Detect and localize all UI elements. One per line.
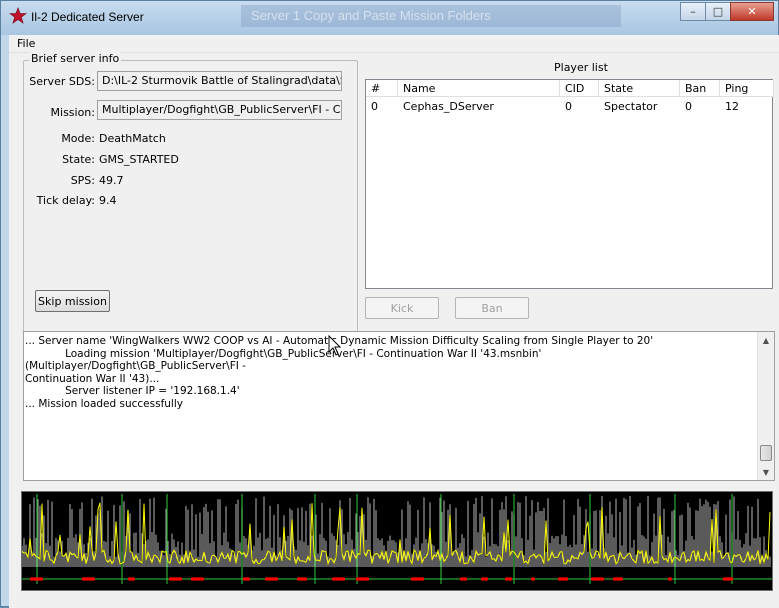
graph-event-dot	[273, 577, 279, 581]
mouse-cursor-icon	[328, 335, 342, 356]
col-header-name[interactable]: Name	[398, 80, 560, 97]
menu-file[interactable]: File	[17, 37, 35, 50]
tick-delay-value: 9.4	[99, 194, 117, 207]
close-button[interactable]: ✕	[730, 2, 774, 21]
graph-event-dot	[507, 577, 513, 581]
graph-event-dot	[90, 577, 96, 581]
server-sds-label: Server SDS:	[29, 75, 95, 88]
app-window: Il-2 Dedicated Server Server 1 Copy and …	[0, 0, 779, 608]
graph-event-dot	[302, 577, 308, 581]
sps-value: 49.7	[99, 174, 124, 187]
menu-bar: File	[9, 35, 779, 53]
graph-event-dot	[130, 577, 136, 581]
title-bar[interactable]: Il-2 Dedicated Server Server 1 Copy and …	[1, 1, 778, 35]
server-sds-field[interactable]: D:\IL-2 Sturmovik Battle of Stalingrad\d…	[97, 71, 342, 91]
sps-label: SPS:	[70, 174, 95, 187]
window-title: Il-2 Dedicated Server	[31, 10, 144, 24]
col-header-cid[interactable]: CID	[560, 80, 599, 97]
server-log[interactable]: ... Server name 'WingWalkers WW2 COOP vs…	[23, 331, 775, 481]
graph-event-dot	[38, 577, 44, 581]
graph-event-dot	[419, 577, 425, 581]
log-scrollbar[interactable]: ▲ ▼	[757, 332, 774, 480]
performance-graph	[21, 491, 773, 591]
player-cell-number[interactable]: 0	[366, 100, 383, 113]
window-controls: – □ ✕	[680, 2, 774, 21]
graph-event-dot	[563, 577, 569, 581]
col-header-ban[interactable]: Ban	[680, 80, 720, 97]
player-list-title: Player list	[554, 61, 608, 74]
player-cell-ping[interactable]: 12	[720, 100, 744, 113]
red-star-icon	[9, 7, 27, 24]
maximize-button[interactable]: □	[705, 2, 731, 21]
brief-info-legend: Brief server info	[29, 52, 122, 65]
graph-event-dot	[199, 577, 205, 581]
mode-value: DeathMatch	[99, 132, 166, 145]
mission-field[interactable]: Multiplayer/Dogfight\GB_PublicServer\FI …	[97, 100, 342, 120]
scroll-thumb[interactable]	[760, 445, 772, 461]
player-list[interactable]: # Name CID State Ban Ping 0 Cephas_DServ…	[365, 79, 774, 289]
graph-event-dot	[462, 577, 468, 581]
graph-event-dot	[530, 577, 536, 581]
kick-button[interactable]: Kick	[365, 297, 439, 319]
graph-event-dot	[599, 577, 605, 581]
state-value: GMS_STARTED	[99, 153, 179, 166]
col-header-ping[interactable]: Ping	[720, 80, 774, 97]
tick-delay-label: Tick delay:	[36, 194, 95, 207]
graph-event-dot	[728, 577, 734, 581]
scroll-up-icon[interactable]: ▲	[758, 332, 774, 348]
player-cell-ban[interactable]: 0	[680, 100, 697, 113]
graph-event-dot	[364, 577, 370, 581]
mission-label: Mission:	[50, 106, 95, 119]
background-window-title: Server 1 Copy and Paste Mission Folders	[241, 5, 621, 27]
player-cell-state[interactable]: Spectator	[599, 100, 662, 113]
graph-event-dot	[667, 577, 673, 581]
player-cell-name[interactable]: Cephas_DServer	[398, 100, 499, 113]
graph-event-dot	[618, 577, 624, 581]
scroll-down-icon[interactable]: ▼	[758, 464, 774, 480]
skip-mission-button[interactable]: Skip mission	[35, 290, 110, 312]
graph-event-dot	[483, 577, 489, 581]
performance-graph-svg	[21, 494, 772, 584]
graph-event-dot	[340, 577, 346, 581]
player-cell-cid[interactable]: 0	[560, 100, 577, 113]
graph-event-dot	[177, 577, 183, 581]
mode-label: Mode:	[61, 132, 95, 145]
col-header-state[interactable]: State	[599, 80, 680, 97]
client-area: File Brief server info Server SDS: D:\IL…	[9, 35, 779, 608]
log-text: ... Server name 'WingWalkers WW2 COOP vs…	[25, 335, 654, 410]
col-header-number[interactable]: #	[366, 80, 398, 97]
state-label: State:	[62, 153, 95, 166]
graph-event-dot	[245, 577, 251, 581]
ban-button[interactable]: Ban	[455, 297, 529, 319]
minimize-button[interactable]: –	[680, 2, 706, 21]
